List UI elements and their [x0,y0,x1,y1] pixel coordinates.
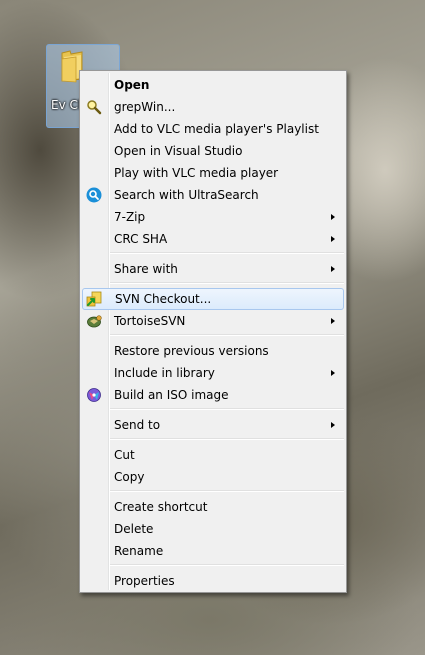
menu-item-add-vlc-playlist[interactable]: Add to VLC media player's Playlist [82,118,344,140]
menu-item-label: Cut [114,448,135,462]
menu-item-label: Restore previous versions [114,344,269,358]
submenu-arrow-icon [331,318,335,324]
menu-item-label: 7-Zip [114,210,146,224]
menu-item-label: Open [114,78,150,92]
menu-item-label: Include in library [114,366,215,380]
menu-item-rename[interactable]: Rename [82,540,344,562]
menu-item-play-vlc[interactable]: Play with VLC media player [82,162,344,184]
menu-separator [110,438,344,440]
submenu-arrow-icon [331,214,335,220]
ultrasearch-icon [86,187,102,203]
menu-item-label: Build an ISO image [114,388,229,402]
menu-item-label: grepWin... [114,100,176,114]
menu-item-svn-checkout[interactable]: SVN Checkout... [82,288,344,310]
menu-separator [110,408,344,410]
menu-separator [110,564,344,566]
menu-item-send-to[interactable]: Send to [82,414,344,436]
menu-item-label: TortoiseSVN [114,314,186,328]
menu-separator [110,490,344,492]
menu-item-label: Properties [114,574,175,588]
submenu-arrow-icon [331,266,335,272]
menu-item-label: Copy [114,470,145,484]
submenu-arrow-icon [331,370,335,376]
menu-item-restore-previous-versions[interactable]: Restore previous versions [82,340,344,362]
menu-item-create-shortcut[interactable]: Create shortcut [82,496,344,518]
menu-item-delete[interactable]: Delete [82,518,344,540]
menu-item-build-iso-image[interactable]: Build an ISO image [82,384,344,406]
menu-item-label: SVN Checkout... [115,292,212,306]
submenu-arrow-icon [331,422,335,428]
menu-item-label: Create shortcut [114,500,208,514]
submenu-arrow-icon [331,236,335,242]
menu-item-share-with[interactable]: Share with [82,258,344,280]
iso-disc-icon [87,388,101,402]
menu-item-label: Send to [114,418,161,432]
menu-item-label: Share with [114,262,178,276]
menu-item-label: Search with UltraSearch [114,188,259,202]
menu-item-label: Rename [114,544,164,558]
menu-item-7zip[interactable]: 7-Zip [82,206,344,228]
menu-item-properties[interactable]: Properties [82,570,344,592]
menu-item-label: Delete [114,522,154,536]
menu-item-ultrasearch[interactable]: Search with UltraSearch [82,184,344,206]
tortoisesvn-icon [87,315,102,328]
menu-item-copy[interactable]: Copy [82,466,344,488]
menu-item-label: Play with VLC media player [114,166,279,180]
context-menu: Open grepWin... Add to VLC media player'… [79,70,347,593]
menu-item-open[interactable]: Open [82,74,344,96]
magnifier-icon [87,100,102,115]
menu-separator [110,252,344,254]
menu-item-grepwin[interactable]: grepWin... [82,96,344,118]
menu-item-crc-sha[interactable]: CRC SHA [82,228,344,250]
menu-item-tortoisesvn[interactable]: TortoiseSVN [82,310,344,332]
menu-separator [110,334,344,336]
svn-checkout-icon [86,291,102,307]
menu-item-label: Add to VLC media player's Playlist [114,122,319,136]
menu-separator [110,282,344,284]
menu-item-label: CRC SHA [114,232,168,246]
menu-item-include-in-library[interactable]: Include in library [82,362,344,384]
menu-item-open-visual-studio[interactable]: Open in Visual Studio [82,140,344,162]
menu-item-cut[interactable]: Cut [82,444,344,466]
menu-item-label: Open in Visual Studio [114,144,243,158]
